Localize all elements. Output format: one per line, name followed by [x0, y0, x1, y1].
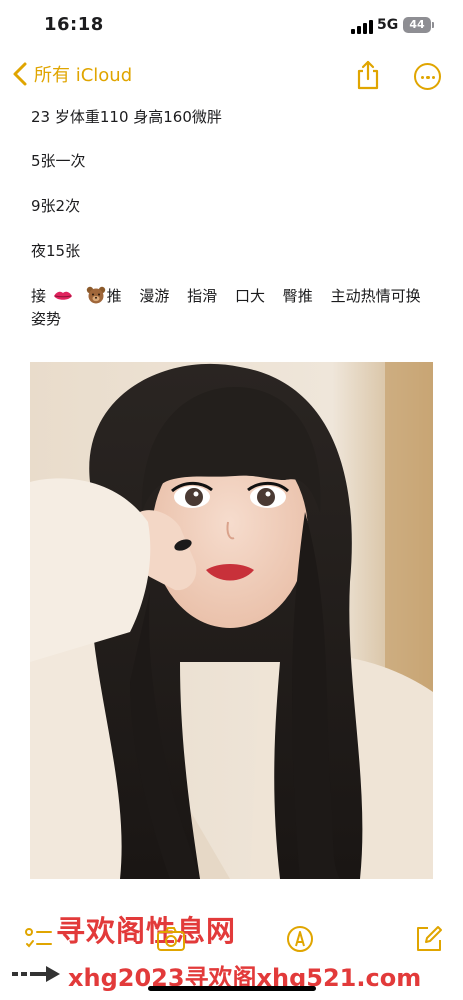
more-icon[interactable] [414, 63, 441, 90]
note-line: 5张一次 [31, 152, 86, 170]
tags-prefix: 接 [31, 287, 47, 305]
signal-icon [351, 20, 373, 34]
chevron-left-icon [13, 62, 27, 86]
battery-cap [432, 22, 434, 28]
note-line: 23 岁体重110 身高160微胖 [31, 108, 222, 126]
tag-item: 推 [106, 287, 122, 305]
watermark-top: 寻欢阁性息网 [56, 914, 237, 948]
compose-icon[interactable] [414, 924, 444, 954]
home-indicator[interactable] [148, 986, 316, 991]
notes-screen: 16:18 5G 44 所有 iCloud 23 岁体重110 身高160微胖 … [0, 0, 463, 1000]
share-icon[interactable] [354, 60, 382, 90]
note-line: 9张2次 [31, 197, 81, 215]
services-line: 接 推 漫游 指滑 口大 臀推 主动热情可换姿势 [31, 285, 431, 331]
tag-item: 臀推 [282, 287, 313, 305]
note-line: 夜15张 [31, 242, 81, 260]
battery-icon: 44 [403, 17, 431, 33]
battery-level: 44 [409, 18, 425, 31]
status-time: 16:18 [44, 14, 104, 35]
selfie-photo[interactable] [30, 362, 433, 879]
tag-item: 口大 [234, 287, 265, 305]
bear-emoji-icon [86, 286, 105, 304]
selfie-illustration [30, 362, 433, 879]
network-label: 5G [377, 17, 399, 33]
status-bar: 16:18 5G 44 [0, 0, 463, 52]
tag-item: 漫游 [139, 287, 170, 305]
nav-bar: 所有 iCloud [0, 52, 463, 98]
back-button[interactable]: 所有 iCloud [10, 60, 132, 88]
camera-icon[interactable] [156, 924, 186, 954]
tag-item: 指滑 [187, 287, 218, 305]
arrow-strip-icon [12, 966, 60, 982]
back-label: 所有 iCloud [34, 65, 133, 86]
pen-markup-icon[interactable] [285, 924, 315, 954]
lips-emoji-icon [53, 291, 72, 300]
checklist-icon[interactable] [24, 924, 54, 954]
